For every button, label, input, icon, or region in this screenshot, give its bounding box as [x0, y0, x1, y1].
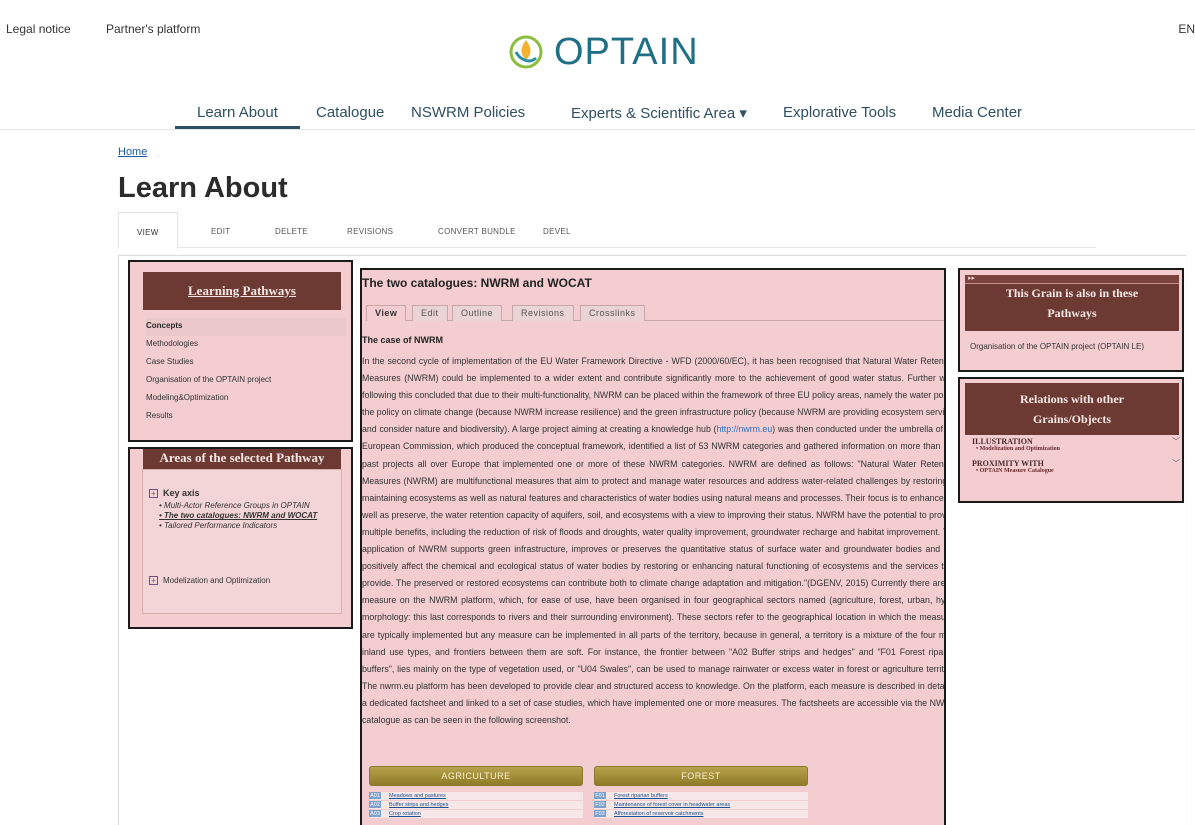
subtab-outline[interactable]: Outline [452, 305, 503, 321]
tab-edit[interactable]: EDIT [211, 227, 230, 236]
grain-heading-line1: This Grain is also in these [1005, 286, 1139, 300]
group-label[interactable]: Key axis [163, 488, 200, 498]
nav-learn-about[interactable]: Learn About [175, 104, 300, 129]
tab-view[interactable]: VIEW [118, 212, 178, 249]
areas-group-key-axis: + Key axis Multi-Actor Reference Groups i… [149, 488, 317, 531]
relation-item-label: Modelization and Optimization [979, 446, 1060, 452]
nwrm-link[interactable]: http://nwrm.eu [716, 424, 772, 434]
nav-media-center[interactable]: Media Center [932, 104, 1022, 121]
forest-button[interactable]: FOREST [594, 766, 808, 786]
relations-box: Relations with other Grains/Objects ILLU… [958, 377, 1184, 503]
language-selector[interactable]: EN [1178, 22, 1195, 36]
area-item-performance-indicators[interactable]: Tailored Performance Indicators [159, 521, 317, 531]
pathway-item-modeling[interactable]: Modeling&Optimization [146, 390, 346, 408]
expand-plus-icon[interactable]: + [149, 576, 158, 586]
admin-tabs: VIEW EDIT DELETE REVISIONS CONVERT BUNDL… [118, 212, 1096, 249]
leaf-drop-icon [509, 35, 543, 69]
nav-catalogue[interactable]: Catalogue [316, 104, 384, 121]
pathway-item-methodologies[interactable]: Methodologies [146, 336, 346, 354]
tab-delete[interactable]: DELETE [275, 227, 308, 236]
tab-revisions[interactable]: REVISIONS [347, 227, 393, 236]
measure-code: A01 [369, 792, 381, 799]
relation-label: PROXIMITY WITH [972, 459, 1044, 468]
body-text-part1: In the second cycle of implementation of… [362, 356, 946, 435]
relation-item-label: OPTAIN Measure Catalogue [979, 468, 1054, 474]
body-text-part2: ) was then conducted under the umbrella … [362, 424, 946, 725]
breadcrumb-home-link[interactable]: Home [118, 146, 147, 158]
nav-nswrm-policies[interactable]: NSWRM Policies [411, 104, 525, 121]
tab-convert-bundle[interactable]: CONVERT BUNDLE [438, 227, 516, 236]
areas-box: Areas of the selected Pathway + Key axis … [128, 447, 353, 629]
article-box: The two catalogues: NWRM and WOCAT View … [360, 268, 946, 825]
area-item-two-catalogues[interactable]: The two catalogues: NWRM and WOCAT [159, 511, 317, 521]
areas-group-modelization: + Modelization and Optimization [149, 576, 270, 586]
subtab-edit[interactable]: Edit [412, 305, 448, 321]
list-item[interactable]: A02 Buffer strips and hedges [369, 801, 583, 809]
list-item[interactable]: F02 Maintenance of forest cover in headwa… [594, 801, 808, 809]
case-heading: The case of NWRM [362, 335, 444, 345]
group-label[interactable]: Modelization and Optimization [163, 576, 270, 585]
chevron-down-icon[interactable]: ﹀ [1172, 458, 1180, 469]
subtab-crosslinks[interactable]: Crosslinks [580, 305, 645, 321]
chevron-down-icon[interactable]: ﹀ [1172, 436, 1180, 447]
partners-platform-link[interactable]: Partner's platform [106, 22, 200, 36]
pathway-item-results[interactable]: Results [146, 408, 346, 426]
relation-item[interactable]: • Modelization and Optimization [972, 446, 1180, 452]
grain-pathway-text[interactable]: Organisation of the OPTAIN project (OPTA… [970, 342, 1178, 352]
areas-sublist: Multi-Actor Reference Groups in OPTAIN T… [159, 501, 317, 531]
pathway-item-concepts[interactable]: Concepts [146, 318, 346, 336]
pathway-item-case-studies[interactable]: Case Studies [146, 354, 346, 372]
grain-heading-line2: Pathways [1047, 306, 1097, 320]
pathway-item-organisation[interactable]: Organisation of the OPTAIN project [146, 372, 346, 390]
collapse-arrows-icon[interactable]: ▸▸ [965, 275, 1179, 284]
measure-code: F02 [594, 801, 606, 808]
agriculture-list: A01 Meadows and pastures A02 Buffer strips… [369, 792, 583, 819]
measure-label: Forest riparian buffers [614, 793, 668, 799]
expand-plus-icon[interactable]: + [149, 489, 158, 499]
tab-devel[interactable]: DEVEL [543, 227, 571, 236]
page-title: Learn About [118, 172, 288, 204]
measure-code: A02 [369, 801, 381, 808]
measure-label: Afforestation of reservoir catchments [614, 811, 704, 817]
logo-text: OPTAIN [554, 30, 699, 73]
optain-logo[interactable]: OPTAIN [508, 30, 699, 74]
areas-heading: Areas of the selected Pathway [143, 449, 341, 469]
list-item[interactable]: A01 Meadows and pastures [369, 792, 583, 800]
subtab-view[interactable]: View [366, 305, 407, 321]
learning-pathways-box: Learning Pathways Concepts Methodologies… [128, 260, 353, 442]
relation-label: ILLUSTRATION [972, 437, 1033, 446]
measure-label: Buffer strips and hedges [389, 802, 449, 808]
article-title: The two catalogues: NWRM and WOCAT [362, 276, 592, 290]
measure-code: F01 [594, 792, 606, 799]
pathway-list: Concepts Methodologies Case Studies Orga… [146, 318, 346, 426]
agriculture-button[interactable]: AGRICULTURE [369, 766, 583, 786]
measure-label: Crop rotation [389, 811, 421, 817]
relations-heading-line1: Relations with other [1020, 392, 1124, 406]
list-item[interactable]: F03 Afforestation of reservoir catchments [594, 810, 808, 818]
grain-pathways-box: ▸▸ This Grain is also in these Pathways … [958, 268, 1184, 372]
relation-section-illustration[interactable]: ILLUSTRATION ﹀ • Modelization and Optimi… [972, 437, 1180, 452]
measure-code: F03 [594, 810, 606, 817]
relations-heading: Relations with other Grains/Objects [965, 383, 1179, 435]
relation-section-proximity[interactable]: PROXIMITY WITH ﹀ • OPTAIN Measure Catalo… [972, 459, 1180, 474]
nav-experts-scientific-area[interactable]: Experts & Scientific Area ▾ [571, 104, 747, 122]
area-item-multi-actor[interactable]: Multi-Actor Reference Groups in OPTAIN [159, 501, 317, 511]
article-subtabs: View Edit Outline Revisions Crosslinks [366, 305, 944, 321]
list-item[interactable]: F01 Forest riparian buffers [594, 792, 808, 800]
forest-list: F01 Forest riparian buffers F02 Maintenanc… [594, 792, 808, 819]
relation-item[interactable]: • OPTAIN Measure Catalogue [972, 468, 1180, 474]
measure-label: Meadows and pastures [389, 793, 446, 799]
relations-heading-line2: Grains/Objects [1033, 412, 1111, 426]
measure-label: Maintenance of forest cover in headwater… [614, 802, 731, 808]
nav-explorative-tools[interactable]: Explorative Tools [783, 104, 896, 121]
article-body: In the second cycle of implementation of… [362, 353, 946, 729]
measure-code: A03 [369, 810, 381, 817]
subtab-revisions[interactable]: Revisions [512, 305, 574, 321]
legal-notice-link[interactable]: Legal notice [6, 22, 71, 36]
list-item[interactable]: A03 Crop rotation [369, 810, 583, 818]
main-navigation: Learn About Catalogue NSWRM Policies Exp… [0, 100, 1195, 130]
learning-pathways-heading[interactable]: Learning Pathways [143, 272, 341, 310]
areas-panel: + Key axis Multi-Actor Reference Groups i… [142, 469, 342, 614]
